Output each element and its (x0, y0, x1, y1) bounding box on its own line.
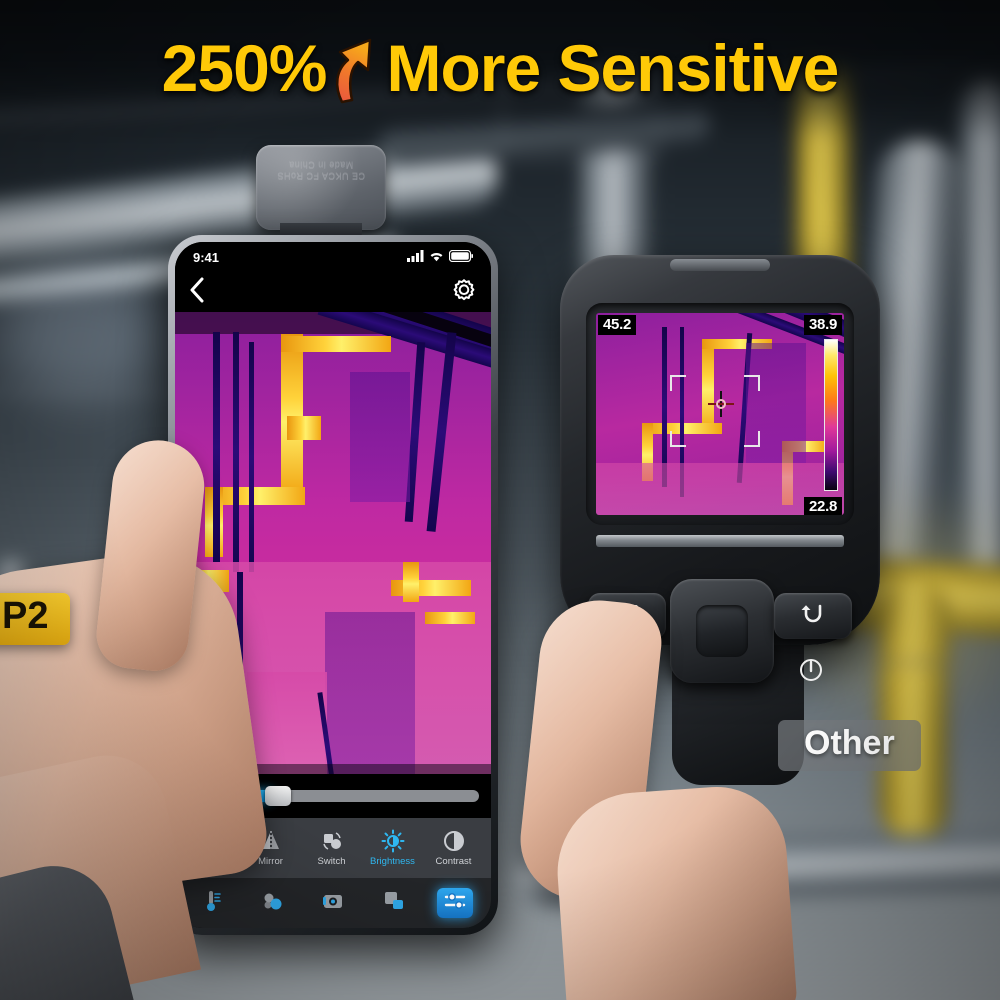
nav-thermometer[interactable] (193, 888, 229, 918)
tool-switch[interactable]: Switch (301, 829, 362, 867)
dpad-center[interactable] (696, 605, 748, 657)
gear-icon[interactable] (451, 277, 477, 308)
battery-full-icon (448, 249, 473, 265)
temperature-scale-bar (824, 339, 838, 491)
app-bar (175, 272, 491, 312)
nav-layers[interactable] (376, 888, 412, 918)
up-arrow-icon (330, 36, 382, 104)
tool-font-colo[interactable]: AFont Colo (484, 829, 491, 867)
layers-icon (382, 889, 406, 918)
nav-sliders[interactable] (436, 888, 473, 918)
chevron-left-icon[interactable] (189, 277, 205, 308)
dpad-button[interactable] (670, 579, 774, 683)
promo-image: 250% More Sensitive CE UKCA FC RoHS Made… (0, 0, 1000, 1000)
power-button[interactable] (798, 657, 824, 688)
camera-icon (321, 889, 345, 918)
return-arrow-icon (800, 603, 826, 630)
nav-camera[interactable] (315, 888, 351, 918)
contrast-icon (442, 829, 466, 853)
tool-label: Brightness (370, 856, 415, 867)
p2-badge: P2 (0, 593, 71, 645)
thermal-camera-module: CE UKCA FC RoHS Made in China (256, 145, 386, 230)
nav-color-palette[interactable] (254, 888, 290, 918)
status-bar: 9:41 (175, 242, 491, 272)
slider-knob[interactable] (264, 786, 291, 806)
camera-body: 45.2 38.9 22.8 (560, 255, 880, 683)
brightness-icon (381, 829, 405, 853)
sliders-icon (443, 889, 467, 918)
camera-chrome-strip (596, 535, 844, 547)
module-certification-marks: CE UKCA FC RoHS Made in China (276, 160, 366, 182)
switch-icon (320, 829, 344, 853)
headline-rest: More Sensitive (386, 31, 839, 105)
back-button[interactable] (774, 593, 852, 639)
bottom-nav (175, 878, 491, 928)
temp-reading-upper: 38.9 (804, 315, 842, 335)
cellular-signal-icon (407, 249, 424, 265)
power-icon (798, 659, 824, 687)
camera-top-vent (670, 259, 770, 271)
camera-display-bezel: 45.2 38.9 22.8 (586, 303, 854, 525)
color-palette-icon (260, 889, 284, 918)
other-badge: Other (778, 720, 921, 772)
wifi-icon (429, 250, 444, 265)
tool-brightness[interactable]: Brightness (362, 829, 423, 867)
tool-label: Switch (317, 856, 346, 867)
tool-label: Contrast (435, 856, 472, 867)
crosshair-icon (708, 391, 734, 417)
second-hand-palm (552, 782, 798, 1000)
headline-percent: 250% (161, 31, 328, 105)
tool-contrast[interactable]: Contrast (423, 829, 484, 867)
tool-label: Mirror (258, 856, 283, 867)
camera-thermal-screen: 45.2 38.9 22.8 (596, 313, 844, 515)
headline: 250% More Sensitive (0, 31, 1000, 105)
thermometer-icon (199, 889, 223, 918)
temp-reading-max: 45.2 (598, 315, 636, 335)
temp-reading-min: 22.8 (804, 497, 842, 515)
status-time: 9:41 (193, 249, 220, 265)
